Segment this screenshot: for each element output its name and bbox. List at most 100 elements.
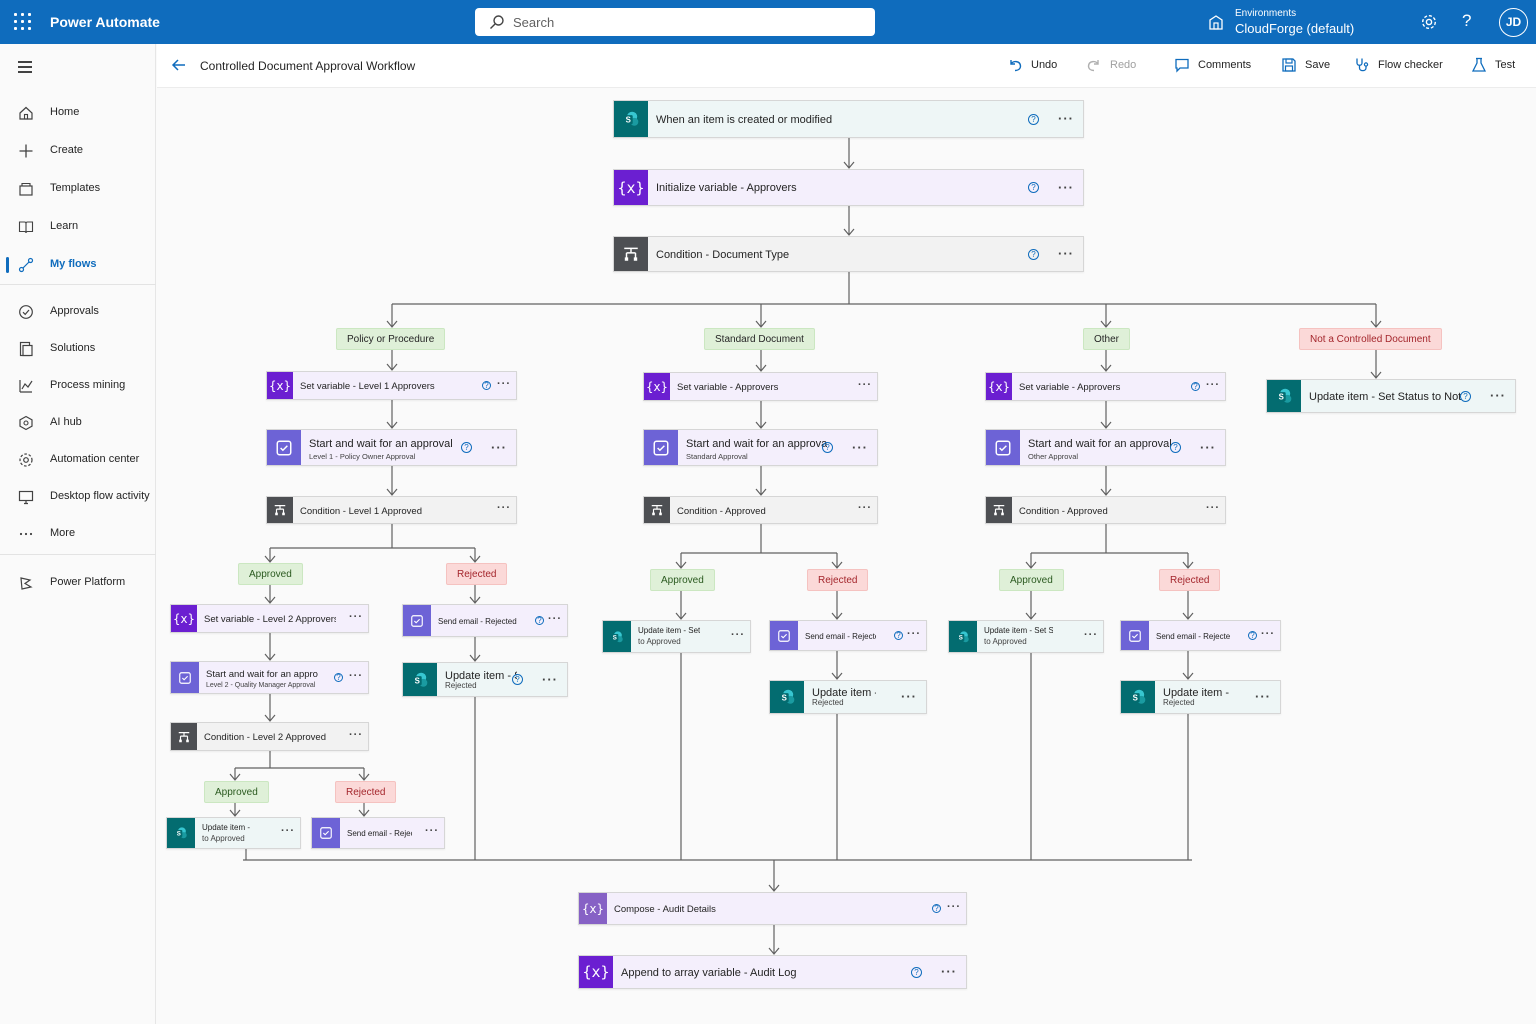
nav-item-ai-hub[interactable]: AI hub xyxy=(0,408,156,438)
test-button[interactable]: Test xyxy=(1471,57,1521,77)
more-options-icon[interactable]: ··· xyxy=(1206,379,1220,391)
policy-set-variable-level2-card[interactable]: {x} Set variable - Level 2 Approvers ··· xyxy=(170,604,369,633)
branch-label-standard[interactable]: Standard Document xyxy=(704,328,815,350)
more-options-icon[interactable]: ··· xyxy=(349,729,363,741)
more-options-icon[interactable]: ··· xyxy=(731,629,745,641)
more-options-icon[interactable]: ··· xyxy=(947,901,961,913)
standard-update-rejected-card[interactable]: SUpdate item - Set Status toRejected··· xyxy=(769,680,927,714)
more-options-icon[interactable]: ··· xyxy=(901,689,917,704)
nav-item-power-platform[interactable]: Power Platform xyxy=(0,568,156,598)
more-options-icon[interactable]: ··· xyxy=(1058,111,1074,126)
more-options-icon[interactable]: ··· xyxy=(941,964,957,979)
policy-update-rejected-card[interactable]: SUpdate item - Set Status toRejected?··· xyxy=(402,662,568,697)
app-title[interactable]: Power Automate xyxy=(50,14,160,30)
more-options-icon[interactable]: ··· xyxy=(425,825,439,837)
append-array-card[interactable]: {x} Append to array variable - Audit Log?… xyxy=(578,955,967,989)
more-options-icon[interactable]: ··· xyxy=(1255,689,1271,704)
redo-button[interactable]: Redo xyxy=(1086,57,1146,77)
more-options-icon[interactable]: ··· xyxy=(349,611,363,623)
nav-item-process-mining[interactable]: Process mining xyxy=(0,371,156,401)
branch-label-policy[interactable]: Policy or Procedure xyxy=(336,328,446,350)
more-options-icon[interactable]: ··· xyxy=(497,502,511,514)
undo-button[interactable]: Undo xyxy=(1007,57,1067,77)
more-options-icon[interactable]: ··· xyxy=(1261,628,1275,640)
other-approval-card[interactable]: Start and wait for an approval Other Appr… xyxy=(985,429,1226,466)
standard-rejected-label[interactable]: Rejected xyxy=(807,569,869,591)
trigger-card[interactable]: S When an item is created or modified? ··· xyxy=(613,100,1084,138)
search-input[interactable] xyxy=(513,13,853,31)
nav-item-more[interactable]: More xyxy=(0,519,156,549)
policy-set-variable-card[interactable]: {x} Set variable - Level 1 Approvers? ··· xyxy=(266,371,517,400)
nav-item-create[interactable]: Create xyxy=(0,136,156,166)
more-options-icon[interactable]: ··· xyxy=(858,379,872,391)
more-options-icon[interactable]: ··· xyxy=(491,440,507,455)
comments-button[interactable]: Comments xyxy=(1174,57,1264,77)
standard-set-variable-card[interactable]: {x} Set variable - Approvers ··· xyxy=(643,372,878,401)
nav-item-learn[interactable]: Learn xyxy=(0,212,156,242)
policy-condition-card[interactable]: Condition - Level 1 Approved ··· xyxy=(266,496,517,524)
branch-label-other[interactable]: Other xyxy=(1083,328,1131,350)
help-circle-icon[interactable]: ? xyxy=(911,966,922,978)
help-circle-icon[interactable]: ? xyxy=(1028,248,1039,260)
help-circle-icon[interactable]: ? xyxy=(1248,631,1257,640)
other-condition-card[interactable]: Condition - Approved ··· xyxy=(985,496,1226,524)
policy-rejected2-label[interactable]: Rejected xyxy=(335,781,397,803)
standard-condition-card[interactable]: Condition - Approved ··· xyxy=(643,496,878,524)
nav-item-solutions[interactable]: Solutions xyxy=(0,334,156,364)
search-box[interactable] xyxy=(475,8,875,36)
more-options-icon[interactable]: ··· xyxy=(349,670,363,682)
more-options-icon[interactable]: ··· xyxy=(1084,629,1098,641)
more-options-icon[interactable]: ··· xyxy=(281,825,295,837)
more-options-icon[interactable]: ··· xyxy=(1058,180,1074,195)
standard-approval-card[interactable]: Start and wait for an approval Standard A… xyxy=(643,429,878,466)
nav-item-desktop-flow-activity[interactable]: Desktop flow activity xyxy=(0,482,156,512)
save-button[interactable]: Save xyxy=(1281,57,1341,77)
more-options-icon[interactable]: ··· xyxy=(1490,388,1506,403)
help-circle-icon[interactable]: ? xyxy=(894,631,903,640)
init-variable-card[interactable]: {x} Initialize variable - Approvers? ··· xyxy=(613,169,1084,206)
flow-checker-button[interactable]: Flow checker xyxy=(1354,57,1454,77)
nav-item-automation-center[interactable]: Automation center xyxy=(0,445,156,475)
help-circle-icon[interactable]: ? xyxy=(1028,182,1039,193)
other-approved-label[interactable]: Approved xyxy=(999,569,1064,591)
standard-email-rejected-card[interactable]: Send email - Rejected? ··· xyxy=(769,620,927,651)
more-options-icon[interactable]: ··· xyxy=(858,502,872,514)
other-update-rejected-card[interactable]: SUpdate item - Set Status toRejected··· xyxy=(1120,680,1281,714)
nav-item-home[interactable]: Home xyxy=(0,98,156,128)
not-controlled-update-card[interactable]: S Update item - Set Status to Not Require… xyxy=(1266,379,1516,413)
more-options-icon[interactable]: ··· xyxy=(1058,246,1074,261)
more-options-icon[interactable]: ··· xyxy=(497,378,511,390)
policy-approved-label[interactable]: Approved xyxy=(238,563,303,585)
environment-icon[interactable] xyxy=(1207,13,1225,31)
hamburger-icon[interactable] xyxy=(18,61,32,73)
nav-item-my-flows[interactable]: My flows xyxy=(0,250,156,280)
standard-update-approved-card[interactable]: S Update item - Set Status to to Approved ·… xyxy=(602,620,751,653)
policy-update-approved-card[interactable]: S Update item - Set Status to Approved ··· xyxy=(166,817,301,849)
other-set-variable-card[interactable]: {x} Set variable - Approvers? ··· xyxy=(985,372,1226,401)
help-circle-icon[interactable]: ? xyxy=(1191,382,1200,391)
help-icon[interactable]: ? xyxy=(1462,11,1471,31)
help-circle-icon[interactable]: ? xyxy=(461,442,472,453)
help-circle-icon[interactable]: ? xyxy=(1170,442,1181,453)
more-options-icon[interactable]: ··· xyxy=(852,440,868,455)
policy-approved2-label[interactable]: Approved xyxy=(204,781,269,803)
policy-approval-level2-card[interactable]: Start and wait for an approval Level 2 - … xyxy=(170,661,369,694)
nav-item-templates[interactable]: Templates xyxy=(0,174,156,204)
help-circle-icon[interactable]: ? xyxy=(512,674,523,685)
help-circle-icon[interactable]: ? xyxy=(822,442,833,453)
more-options-icon[interactable]: ··· xyxy=(1206,502,1220,514)
other-rejected-label[interactable]: Rejected xyxy=(1159,569,1221,591)
policy-email-rejected-card[interactable]: Send email - Rejected? ··· xyxy=(402,604,568,637)
flow-canvas[interactable]: S When an item is created or modified? ···… xyxy=(157,88,1536,1024)
gear-icon[interactable] xyxy=(1420,13,1438,31)
standard-approved-label[interactable]: Approved xyxy=(650,569,715,591)
help-circle-icon[interactable]: ? xyxy=(334,673,343,682)
help-circle-icon[interactable]: ? xyxy=(1460,390,1471,402)
nav-item-approvals[interactable]: Approvals xyxy=(0,297,156,327)
help-circle-icon[interactable]: ? xyxy=(535,616,544,625)
more-options-icon[interactable]: ··· xyxy=(907,628,921,640)
policy-approval-card[interactable]: Start and wait for an approval Level 1 - … xyxy=(266,429,517,466)
help-circle-icon[interactable]: ? xyxy=(932,904,941,913)
other-email-rejected-card[interactable]: Send email - Rejected? ··· xyxy=(1120,620,1281,651)
condition-document-type-card[interactable]: Condition - Document Type? ··· xyxy=(613,236,1084,272)
